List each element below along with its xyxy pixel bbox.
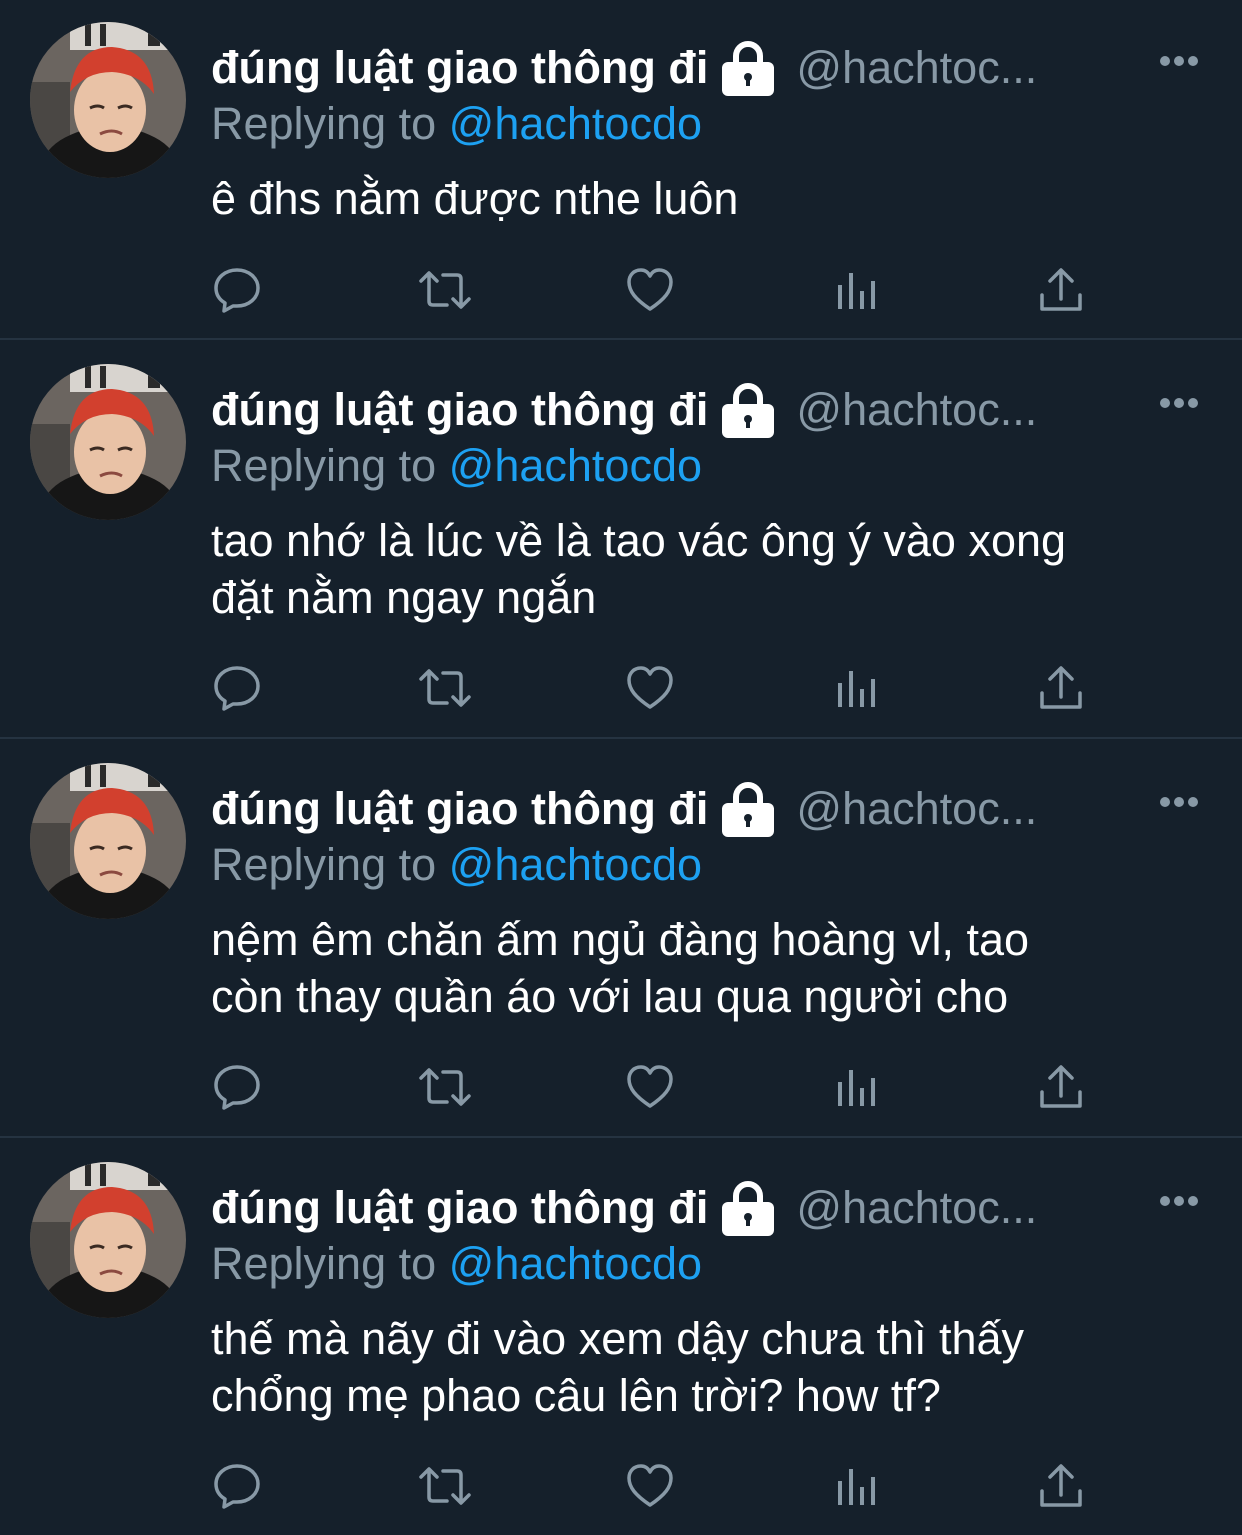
retweet-icon	[419, 1467, 471, 1505]
like-button[interactable]	[625, 1062, 675, 1112]
reply-icon	[214, 268, 260, 313]
display-name[interactable]: đúng luật giao thông đi	[211, 42, 708, 94]
more-options-icon[interactable]	[1158, 795, 1200, 809]
analytics-button[interactable]	[832, 265, 882, 315]
more-options-icon[interactable]	[1158, 54, 1200, 68]
tweet[interactable]: đúng luật giao thông đi @hachtoc... Repl…	[0, 340, 1242, 739]
user-handle[interactable]: @hachtoc...	[796, 42, 1037, 94]
lock-icon	[720, 779, 776, 839]
retweet-button[interactable]	[417, 1461, 473, 1511]
like-button[interactable]	[625, 1461, 675, 1511]
reply-icon	[214, 666, 260, 711]
retweet-button[interactable]	[417, 663, 473, 713]
like-icon	[627, 1464, 673, 1507]
analytics-icon	[838, 1070, 875, 1106]
retweet-icon	[419, 1068, 471, 1106]
like-button[interactable]	[625, 265, 675, 315]
tweet-header: đúng luật giao thông đi @hachtoc...	[211, 380, 1037, 440]
reply-button[interactable]	[212, 1461, 262, 1511]
retweet-button[interactable]	[417, 1062, 473, 1112]
avatar[interactable]	[30, 1162, 186, 1318]
retweet-button[interactable]	[417, 265, 473, 315]
more-options-icon[interactable]	[1158, 1194, 1200, 1208]
tweet[interactable]: đúng luật giao thông đi @hachtoc... Repl…	[0, 0, 1242, 340]
tweet-header: đúng luật giao thông đi @hachtoc...	[211, 1178, 1037, 1238]
replying-to: Replying to @hachtocdo	[211, 440, 702, 492]
replying-to: Replying to @hachtocdo	[211, 839, 702, 891]
mention-link[interactable]: @hachtocdo	[449, 440, 702, 491]
tweet[interactable]: đúng luật giao thông đi @hachtoc... Repl…	[0, 1138, 1242, 1535]
tweet-actions	[0, 1062, 1242, 1112]
tweet-actions	[0, 265, 1242, 315]
display-name[interactable]: đúng luật giao thông đi	[211, 1182, 708, 1234]
more-options-icon[interactable]	[1158, 396, 1200, 410]
share-button[interactable]	[1036, 663, 1086, 713]
reply-button[interactable]	[212, 1062, 262, 1112]
analytics-icon	[838, 273, 875, 309]
like-icon	[627, 1065, 673, 1108]
share-button[interactable]	[1036, 1062, 1086, 1112]
share-icon	[1040, 666, 1082, 709]
replying-to-label: Replying to	[211, 440, 437, 491]
analytics-icon	[838, 671, 875, 707]
mention-link[interactable]: @hachtocdo	[449, 839, 702, 890]
replying-to: Replying to @hachtocdo	[211, 98, 702, 150]
share-icon	[1040, 1065, 1082, 1108]
avatar[interactable]	[30, 364, 186, 520]
share-icon	[1040, 1464, 1082, 1507]
tweet-header: đúng luật giao thông đi @hachtoc...	[211, 38, 1037, 98]
like-button[interactable]	[625, 663, 675, 713]
tweet-text: ê đhs nằm được nthe luôn	[211, 173, 739, 224]
replying-to: Replying to @hachtocdo	[211, 1238, 702, 1290]
display-name[interactable]: đúng luật giao thông đi	[211, 783, 708, 835]
retweet-icon	[419, 669, 471, 707]
reply-button[interactable]	[212, 265, 262, 315]
analytics-button[interactable]	[832, 1062, 882, 1112]
share-icon	[1040, 268, 1082, 311]
analytics-button[interactable]	[832, 663, 882, 713]
reply-icon	[214, 1464, 260, 1509]
share-button[interactable]	[1036, 1461, 1086, 1511]
tweet-text: tao nhớ là lúc về là tao vác ông ý vào x…	[211, 515, 1067, 623]
share-button[interactable]	[1036, 265, 1086, 315]
tweet-actions	[0, 663, 1242, 713]
replying-to-label: Replying to	[211, 98, 437, 149]
user-handle[interactable]: @hachtoc...	[796, 783, 1037, 835]
display-name[interactable]: đúng luật giao thông đi	[211, 384, 708, 436]
replying-to-label: Replying to	[211, 1238, 437, 1289]
user-handle[interactable]: @hachtoc...	[796, 1182, 1037, 1234]
analytics-button[interactable]	[832, 1461, 882, 1511]
avatar[interactable]	[30, 763, 186, 919]
tweet[interactable]: đúng luật giao thông đi @hachtoc... Repl…	[0, 739, 1242, 1138]
reply-icon	[214, 1065, 260, 1110]
tweet-header: đúng luật giao thông đi @hachtoc...	[211, 779, 1037, 839]
mention-link[interactable]: @hachtocdo	[449, 1238, 702, 1289]
mention-link[interactable]: @hachtocdo	[449, 98, 702, 149]
avatar[interactable]	[30, 22, 186, 178]
like-icon	[627, 666, 673, 709]
reply-button[interactable]	[212, 663, 262, 713]
lock-icon	[720, 38, 776, 98]
lock-icon	[720, 1178, 776, 1238]
replying-to-label: Replying to	[211, 839, 437, 890]
tweet-text: thế mà nãy đi vào xem dậy chưa thì thấy …	[211, 1313, 1025, 1421]
retweet-icon	[419, 271, 471, 309]
lock-icon	[720, 380, 776, 440]
user-handle[interactable]: @hachtoc...	[796, 384, 1037, 436]
tweet-text: nệm êm chăn ấm ngủ đàng hoàng vl, tao cò…	[211, 914, 1030, 1022]
analytics-icon	[838, 1469, 875, 1505]
tweet-actions	[0, 1461, 1242, 1511]
like-icon	[627, 268, 673, 311]
